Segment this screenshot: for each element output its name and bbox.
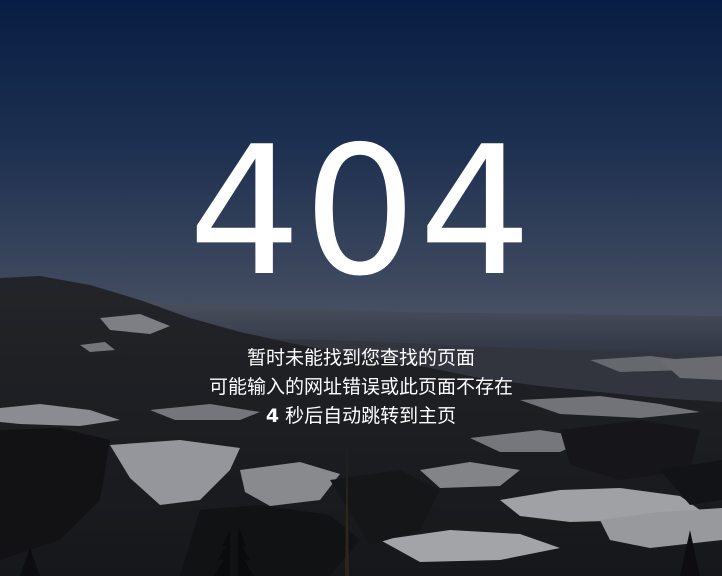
error-messages: 暂时未能找到您查找的页面 可能输入的网址错误或此页面不存在 4 秒后自动跳转到主…: [0, 344, 722, 431]
countdown-seconds: 4: [265, 405, 280, 427]
not-found-message: 暂时未能找到您查找的页面: [246, 347, 475, 369]
error-code: 404: [188, 108, 534, 315]
url-error-message: 可能输入的网址错误或此页面不存在: [208, 376, 513, 398]
countdown-suffix: 秒后自动跳转到主页: [279, 405, 457, 427]
redirect-countdown: 4 秒后自动跳转到主页: [0, 402, 722, 431]
